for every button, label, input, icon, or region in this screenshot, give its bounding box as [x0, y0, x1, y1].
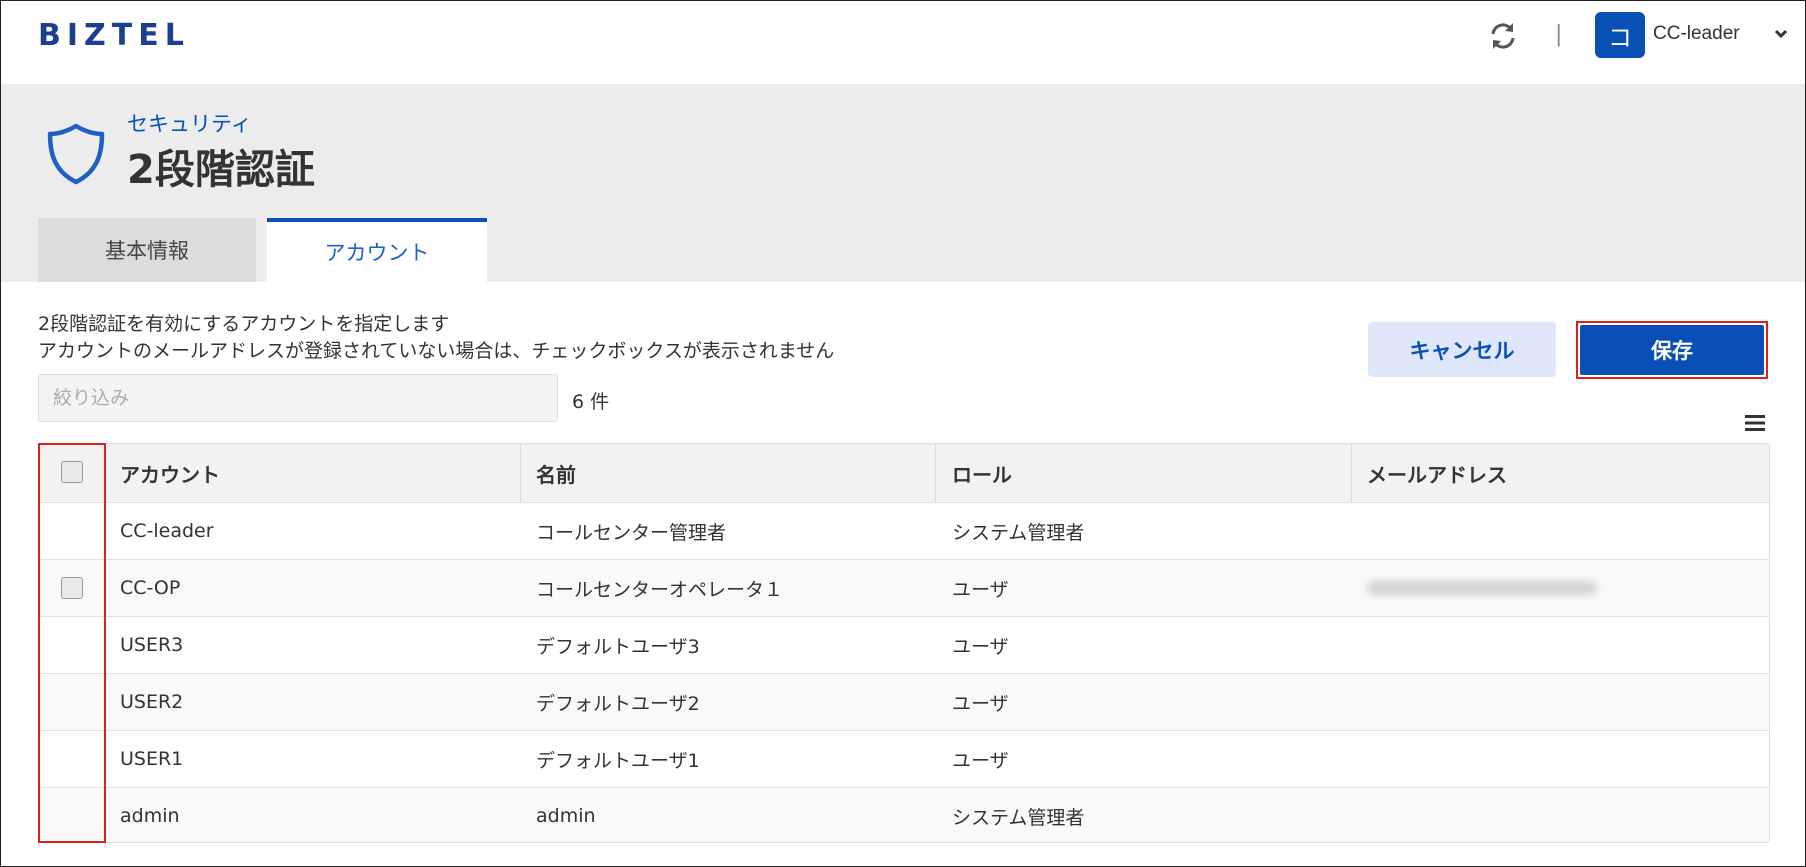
table-row[interactable]: CC-leader コールセンター管理者 システム管理者 [39, 502, 1769, 559]
cell-email-blurred [1367, 581, 1597, 595]
cancel-button[interactable]: キャンセル [1368, 322, 1556, 377]
cell-role: ユーザ [952, 578, 1009, 601]
table-row[interactable]: admin admin システム管理者 [39, 787, 1769, 842]
user-name[interactable]: CC-leader [1653, 23, 1740, 45]
column-divider [1351, 444, 1352, 502]
description-line-2: アカウントのメールアドレスが登録されていない場合は、チェックボックスが表示されま… [38, 340, 835, 362]
header-separator: | [1555, 22, 1563, 47]
row-checkbox[interactable] [61, 577, 83, 599]
column-divider [520, 444, 521, 502]
table-row[interactable]: USER1 デフォルトユーザ1 ユーザ [39, 730, 1769, 787]
biztel-logo: BIZTEL [38, 18, 190, 53]
avatar[interactable]: コ [1595, 12, 1645, 58]
breadcrumb-category[interactable]: セキュリティ [127, 108, 252, 138]
top-bar: BIZTEL | コ CC-leader [0, 0, 1806, 84]
column-header-account[interactable]: アカウント [120, 444, 220, 502]
shield-icon [47, 123, 105, 185]
result-count: 6 件 [572, 391, 610, 413]
refresh-icon[interactable] [1487, 20, 1519, 52]
cell-name: デフォルトユーザ1 [536, 749, 700, 772]
cell-name: デフォルトユーザ3 [536, 635, 700, 658]
cell-name: コールセンターオペレータ１ [536, 578, 784, 601]
description-line-1: 2段階認証を有効にするアカウントを指定します [38, 313, 450, 335]
column-header-email[interactable]: メールアドレス [1367, 444, 1507, 502]
tab-basic-info[interactable]: 基本情報 [38, 218, 256, 282]
filter-input[interactable] [38, 374, 558, 422]
cell-account: CC-leader [120, 520, 214, 542]
cell-role: ユーザ [952, 692, 1009, 715]
cell-role: システム管理者 [952, 521, 1085, 544]
page-title: 2段階認証 [127, 147, 315, 193]
cell-account: CC-OP [120, 577, 181, 599]
cell-role: システム管理者 [952, 806, 1085, 829]
menu-icon[interactable] [1744, 414, 1766, 432]
table-header-row: アカウント 名前 ロール メールアドレス [39, 444, 1769, 502]
cell-account: USER1 [120, 748, 184, 770]
cell-name: admin [536, 805, 596, 827]
table-row[interactable]: USER2 デフォルトユーザ2 ユーザ [39, 673, 1769, 730]
column-divider [935, 444, 936, 502]
table-row[interactable]: USER3 デフォルトユーザ3 ユーザ [39, 616, 1769, 673]
tab-account[interactable]: アカウント [267, 218, 487, 282]
cell-account: USER2 [120, 691, 184, 713]
column-header-name[interactable]: 名前 [536, 444, 576, 502]
chevron-down-icon[interactable] [1774, 28, 1788, 40]
cell-name: デフォルトユーザ2 [536, 692, 700, 715]
cell-role: ユーザ [952, 749, 1009, 772]
table-row[interactable]: CC-OP コールセンターオペレータ１ ユーザ [39, 559, 1769, 616]
cell-role: ユーザ [952, 635, 1009, 658]
cell-account: admin [120, 805, 180, 827]
select-all-checkbox[interactable] [61, 461, 83, 483]
column-header-role[interactable]: ロール [952, 444, 1012, 502]
cell-name: コールセンター管理者 [536, 521, 727, 544]
save-button[interactable]: 保存 [1580, 325, 1764, 375]
cell-account: USER3 [120, 634, 184, 656]
column-divider [105, 444, 106, 502]
account-table: アカウント 名前 ロール メールアドレス CC-leader コールセンター管理… [38, 443, 1770, 843]
